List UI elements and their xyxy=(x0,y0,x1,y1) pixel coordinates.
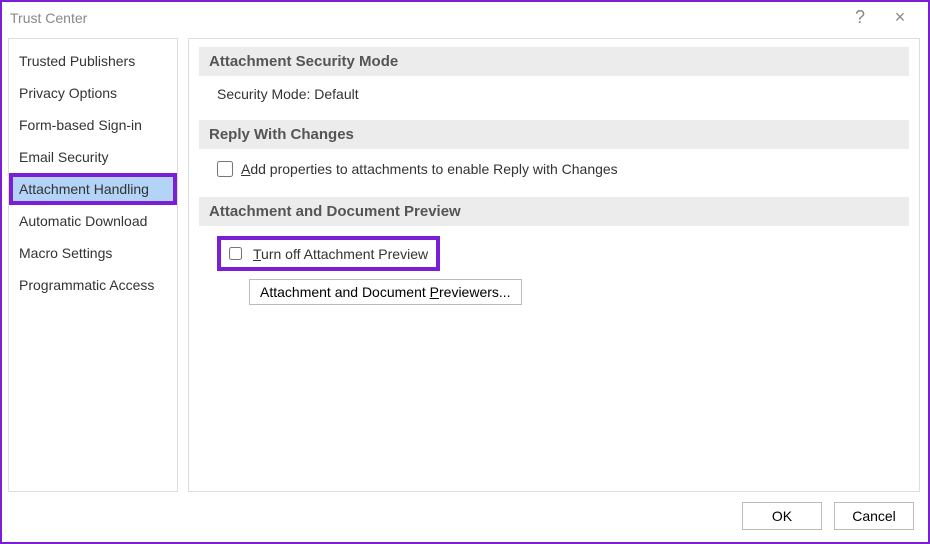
dialog-body: Trusted Publishers Privacy Options Form-… xyxy=(2,34,928,492)
section-header-reply-changes: Reply With Changes xyxy=(199,120,909,149)
close-icon[interactable]: × xyxy=(880,7,920,28)
cancel-button[interactable]: Cancel xyxy=(834,502,914,530)
sidebar-item-macro-settings[interactable]: Macro Settings xyxy=(9,237,177,269)
security-mode-text: Security Mode: Default xyxy=(217,86,909,102)
section-header-preview: Attachment and Document Preview xyxy=(199,197,909,226)
turn-off-preview-highlight: Turn off Attachment Preview xyxy=(217,236,440,271)
reply-changes-label: Add properties to attachments to enable … xyxy=(241,161,618,177)
sidebar-item-privacy-options[interactable]: Privacy Options xyxy=(9,77,177,109)
reply-changes-checkbox[interactable] xyxy=(217,161,233,177)
sidebar-item-email-security[interactable]: Email Security xyxy=(9,141,177,173)
sidebar-item-trusted-publishers[interactable]: Trusted Publishers xyxy=(9,45,177,77)
turn-off-preview-checkbox[interactable] xyxy=(229,247,242,260)
previewers-button[interactable]: Attachment and Document Previewers... xyxy=(249,279,522,305)
dialog-footer: OK Cancel xyxy=(2,492,928,542)
sidebar-item-automatic-download[interactable]: Automatic Download xyxy=(9,205,177,237)
sidebar-item-attachment-handling[interactable]: Attachment Handling xyxy=(9,173,177,205)
section-header-security-mode: Attachment Security Mode xyxy=(199,47,909,76)
turn-off-preview-label: Turn off Attachment Preview xyxy=(253,246,428,262)
sidebar-item-programmatic-access[interactable]: Programmatic Access xyxy=(9,269,177,301)
reply-changes-checkbox-row[interactable]: Add properties to attachments to enable … xyxy=(217,159,909,179)
window-title: Trust Center xyxy=(10,10,840,26)
content-pane: Attachment Security Mode Security Mode: … xyxy=(188,38,920,492)
titlebar: Trust Center ? × xyxy=(2,2,928,34)
sidebar: Trusted Publishers Privacy Options Form-… xyxy=(8,38,178,492)
sidebar-item-form-based-signin[interactable]: Form-based Sign-in xyxy=(9,109,177,141)
help-icon[interactable]: ? xyxy=(840,7,880,28)
ok-button[interactable]: OK xyxy=(742,502,822,530)
trust-center-window: Trust Center ? × Trusted Publishers Priv… xyxy=(0,0,930,544)
